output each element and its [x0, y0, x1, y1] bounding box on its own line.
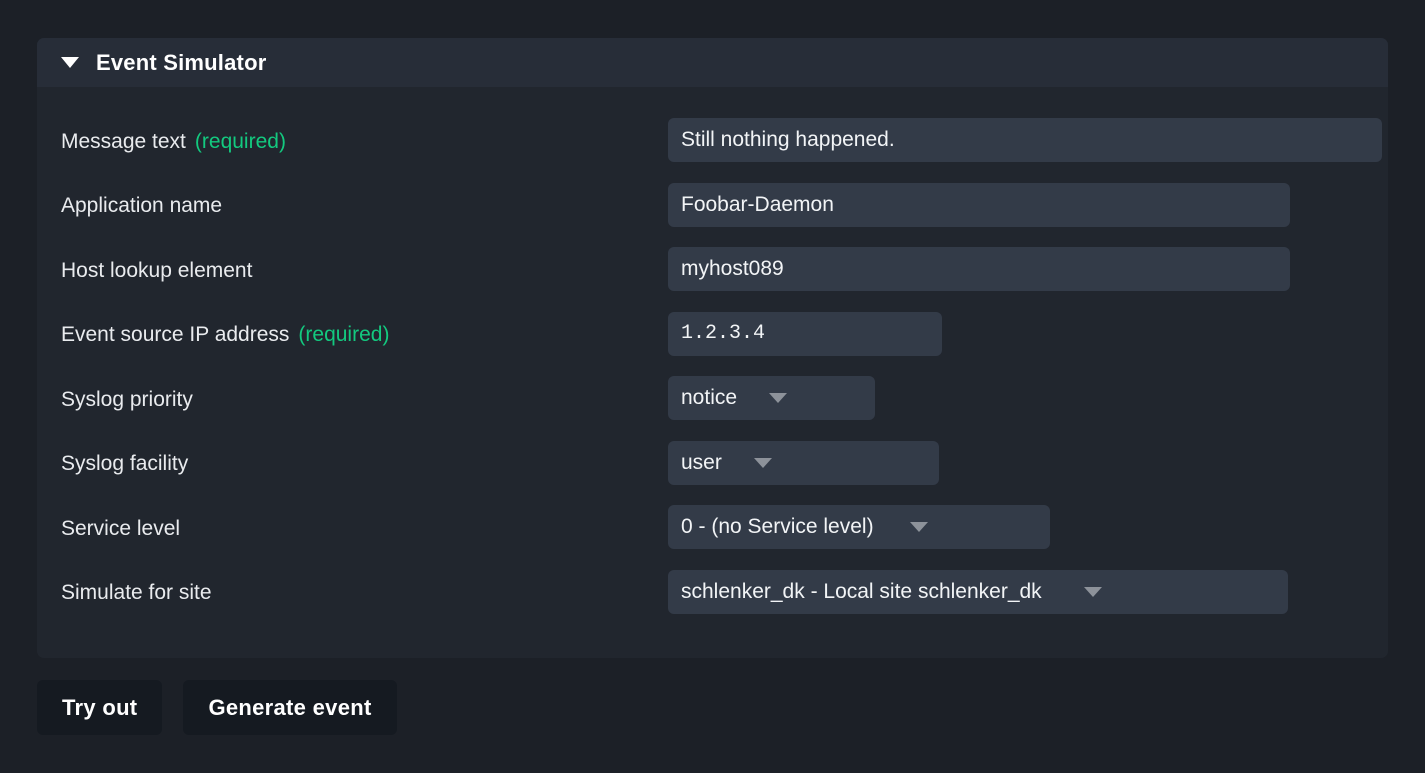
panel-header-event-simulator[interactable]: Event Simulator — [37, 38, 1388, 87]
event-simulator-panel: Event Simulator Message text (required) … — [37, 38, 1388, 658]
syslog-facility-value: user — [681, 450, 722, 474]
dotted-leader — [295, 126, 650, 148]
field-label: Simulate for site — [61, 581, 212, 605]
form-row-syslog-priority: Syslog priority notice — [37, 366, 1388, 431]
form-row-simulate-for-site: Simulate for site schlenker_dk - Local s… — [37, 560, 1388, 625]
field-cell-application-name: Foobar-Daemon — [650, 182, 1388, 227]
try-out-button[interactable]: Try out — [37, 680, 163, 735]
chevron-down-icon[interactable] — [1083, 586, 1102, 597]
label-cell-simulate-for-site: Simulate for site — [37, 578, 650, 605]
service-level-value: 0 - (no Service level) — [681, 515, 874, 539]
application-name-input[interactable]: Foobar-Daemon — [668, 182, 1290, 227]
field-label: Message text — [61, 129, 186, 153]
dotted-leader — [202, 384, 650, 406]
label-cell-host-lookup-element: Host lookup element — [37, 255, 650, 283]
chevron-down-icon[interactable] — [753, 457, 772, 468]
syslog-priority-value: notice — [681, 386, 738, 410]
form-row-event-source-ip-address: Event source IP address (required) 1.2.3… — [37, 302, 1388, 367]
field-label: Syslog priority — [61, 387, 193, 411]
form-row-service-level: Service level 0 - (no Service level) — [37, 495, 1388, 560]
host-lookup-element-input[interactable]: myhost089 — [668, 247, 1290, 292]
field-label: Application name — [61, 194, 223, 218]
dotted-leader — [221, 578, 650, 600]
syslog-facility-select[interactable]: user — [668, 440, 939, 485]
page-title: Event Simulator — [96, 49, 267, 75]
field-cell-event-source-ip-address: 1.2.3.4 — [650, 311, 1388, 356]
dotted-leader — [232, 191, 650, 213]
action-button-bar: Try out Generate event — [37, 680, 397, 735]
syslog-priority-select[interactable]: notice — [668, 376, 875, 421]
panel-body: Message text (required) Still nothing ha… — [37, 87, 1388, 658]
dotted-leader — [399, 320, 650, 342]
generate-event-button[interactable]: Generate event — [183, 680, 397, 735]
chevron-down-icon[interactable] — [769, 393, 788, 404]
simulate-for-site-select[interactable]: schlenker_dk - Local site schlenker_dk — [668, 569, 1288, 614]
service-level-select[interactable]: 0 - (no Service level) — [668, 505, 1050, 550]
field-cell-host-lookup-element: myhost089 — [650, 247, 1388, 292]
field-label: Syslog facility — [61, 452, 189, 476]
label-cell-syslog-facility: Syslog facility — [37, 449, 650, 476]
event-source-ip-address-input[interactable]: 1.2.3.4 — [668, 311, 942, 356]
required-marker: (required) — [194, 129, 286, 153]
field-cell-simulate-for-site: schlenker_dk - Local site schlenker_dk — [650, 569, 1388, 614]
dotted-leader — [198, 449, 650, 471]
triangle-down-icon[interactable] — [61, 57, 79, 68]
label-cell-service-level: Service level — [37, 513, 650, 541]
field-label: Service level — [61, 516, 181, 540]
label-cell-application-name: Application name — [37, 191, 650, 218]
chevron-down-icon[interactable] — [909, 522, 928, 533]
field-label: Event source IP address — [61, 323, 290, 347]
field-label: Host lookup element — [61, 258, 253, 282]
dotted-leader — [190, 513, 650, 535]
simulate-for-site-value: schlenker_dk - Local site schlenker_dk — [681, 579, 1042, 603]
field-cell-service-level: 0 - (no Service level) — [650, 505, 1388, 550]
dotted-leader — [262, 255, 650, 277]
label-cell-message-text: Message text (required) — [37, 126, 650, 154]
form-row-syslog-facility: Syslog facility user — [37, 431, 1388, 496]
field-cell-syslog-priority: notice — [650, 376, 1388, 421]
form-row-message-text: Message text (required) Still nothing ha… — [37, 108, 1388, 173]
required-marker: (required) — [298, 323, 390, 347]
label-cell-event-source-ip-address: Event source IP address (required) — [37, 320, 650, 347]
message-text-input[interactable]: Still nothing happened. — [668, 118, 1382, 163]
event-simulator-page: Event Simulator Message text (required) … — [0, 0, 1425, 773]
label-cell-syslog-priority: Syslog priority — [37, 384, 650, 412]
field-cell-syslog-facility: user — [650, 440, 1388, 485]
field-cell-message-text: Still nothing happened. — [650, 118, 1388, 163]
form-row-application-name: Application name Foobar-Daemon — [37, 173, 1388, 238]
form-row-host-lookup-element: Host lookup element myhost089 — [37, 237, 1388, 302]
